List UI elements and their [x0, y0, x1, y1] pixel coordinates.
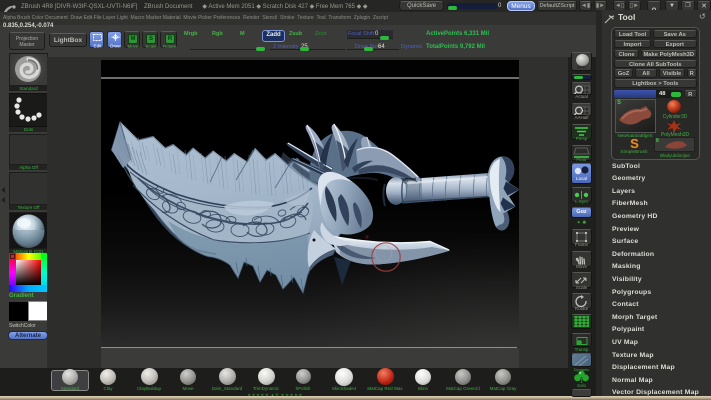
svg-text:Draw: Draw — [110, 44, 121, 49]
svg-text:Edit: Edit — [94, 44, 103, 49]
